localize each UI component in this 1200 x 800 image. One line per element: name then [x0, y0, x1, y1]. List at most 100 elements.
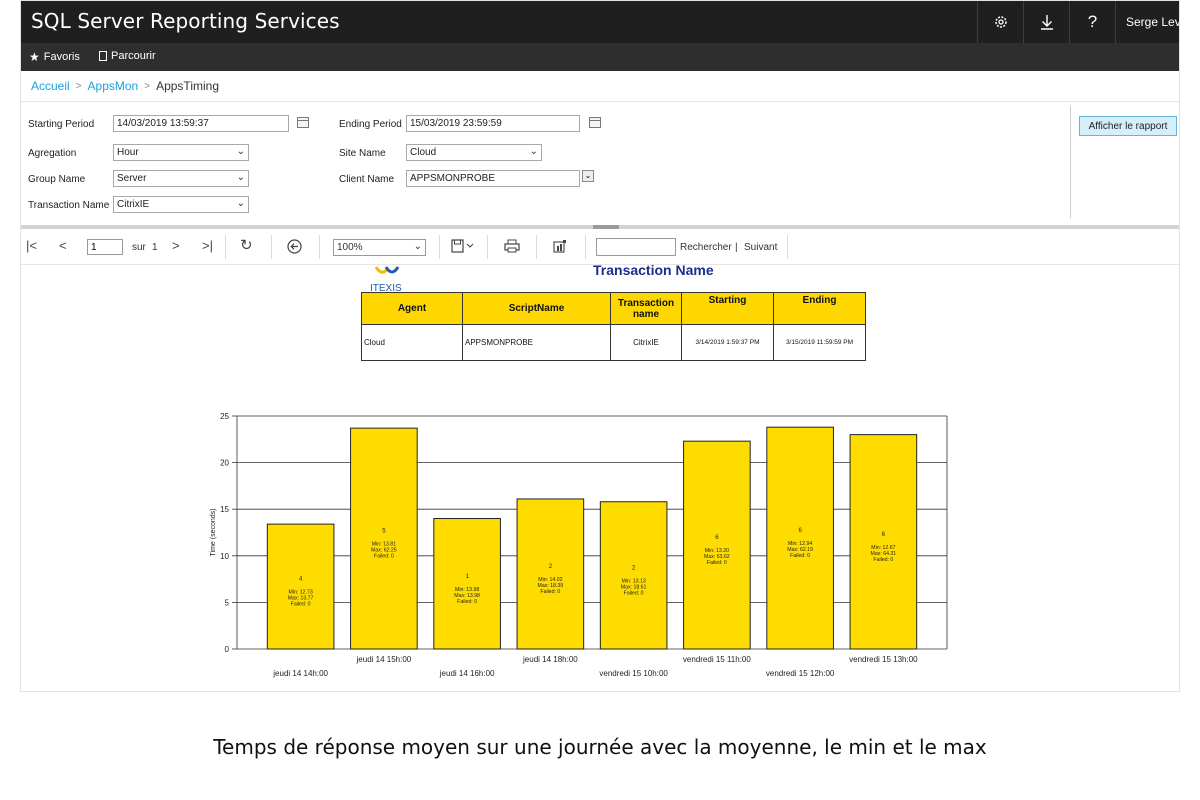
first-page-icon[interactable]: |<	[26, 239, 37, 253]
report-header-table: Agent ScriptName Transaction name Starti…	[361, 292, 866, 361]
toolbar-separator	[787, 235, 788, 259]
chart-grid	[232, 415, 948, 650]
bar	[433, 518, 501, 650]
cell-ending: 3/15/2019 11:59:59 PM	[773, 324, 866, 361]
next-link[interactable]: Suivant	[744, 242, 777, 253]
breadcrumb-folder[interactable]: AppsMon	[88, 79, 139, 93]
toolbar-separator	[319, 235, 320, 259]
next-page-icon[interactable]: >	[172, 239, 180, 253]
site-name-select[interactable]: Cloud ⌄	[406, 144, 542, 161]
favorites-label: Favoris	[43, 51, 80, 63]
back-icon[interactable]	[287, 239, 302, 257]
y-tick-label: 10	[220, 552, 229, 561]
calendar-icon[interactable]	[589, 117, 601, 128]
browse-link[interactable]: Parcourir	[99, 50, 156, 62]
col-scriptname: ScriptName	[462, 292, 611, 325]
transaction-name-value: CitrixIE	[117, 199, 150, 210]
top-bar: SQL Server Reporting Services ? Serge Le…	[21, 1, 1179, 43]
chart-bars: 4Min: 12.73Max: 13.77Failed: 05Min: 13.8…	[266, 426, 918, 650]
cell-transaction-name: CitrixIE	[610, 324, 682, 361]
y-tick-label: 0	[225, 645, 230, 654]
transaction-name-label: Transaction Name	[28, 200, 110, 211]
bar-data-label: Failed: 0	[457, 599, 477, 605]
image-caption: Temps de réponse moyen sur une journée a…	[213, 735, 987, 759]
bar-data-label: Failed: 0	[624, 590, 644, 596]
toolbar-separator	[271, 235, 272, 259]
col-ending: Ending	[773, 292, 866, 325]
bar	[766, 426, 834, 650]
cell-scriptname: APPSMONPROBE	[462, 324, 611, 361]
print-icon[interactable]	[504, 239, 520, 256]
data-feed-icon[interactable]	[553, 239, 567, 256]
page-number-input[interactable]	[87, 239, 123, 255]
bar	[849, 434, 918, 650]
chart-y-ticks: 0 5 10 15 20 25	[220, 412, 229, 654]
transaction-name-select[interactable]: CitrixIE ⌄	[113, 196, 249, 213]
params-divider	[1070, 106, 1071, 218]
toolbar-separator	[487, 235, 488, 259]
group-name-select[interactable]: Server ⌄	[113, 170, 249, 187]
x-tick-label: vendredi 15 10h:00	[599, 669, 668, 678]
toolbar-separator	[585, 235, 586, 259]
agregation-value: Hour	[117, 147, 139, 158]
y-tick-label: 20	[220, 459, 229, 468]
client-name-input[interactable]: APPSMONPROBE	[406, 170, 580, 187]
x-tick-label: jeudi 14 16h:00	[439, 669, 495, 678]
chart-x-ticks: jeudi 14 14h:00 jeudi 14 15h:00 jeudi 14 1…	[272, 655, 918, 678]
cell-agent: Cloud	[361, 324, 463, 361]
gear-icon[interactable]	[977, 1, 1023, 43]
col-agent: Agent	[361, 292, 463, 325]
chevron-down-icon: ⌄	[236, 146, 245, 157]
bar	[266, 523, 335, 650]
x-tick-label: jeudi 14 18h:00	[522, 655, 578, 664]
breadcrumb-home[interactable]: Accueil	[31, 79, 70, 93]
agregation-label: Agregation	[28, 148, 77, 159]
page-of-label: sur	[132, 242, 146, 253]
view-report-button[interactable]: Afficher le rapport	[1079, 116, 1177, 136]
cell-starting: 3/14/2019 1:59:37 PM	[681, 324, 774, 361]
toolbar-separator	[225, 235, 226, 259]
calendar-icon[interactable]	[297, 117, 309, 128]
y-tick-label: 15	[220, 505, 229, 514]
browser-frame: SQL Server Reporting Services ? Serge Le…	[20, 0, 1180, 692]
breadcrumb: Accueil > AppsMon > AppsTiming	[31, 79, 219, 93]
report-toolbar: |< < sur 1 > >| ↻ 100% ⌄ Rechercher	[21, 229, 1179, 265]
y-tick-label: 25	[220, 412, 229, 421]
site-name-label: Site Name	[339, 148, 386, 159]
x-tick-label: jeudi 14 15h:00	[356, 655, 412, 664]
bar-data-label: Failed: 0	[707, 560, 727, 566]
refresh-icon[interactable]: ↻	[240, 238, 253, 253]
user-menu[interactable]: Serge Levi	[1115, 1, 1179, 43]
y-axis-label: Time (seconds)	[210, 509, 217, 557]
browse-icon	[99, 51, 107, 61]
toolbar-separator	[439, 235, 440, 259]
report-body: ITEXIS Transaction Name Agent ScriptName…	[21, 262, 1179, 691]
bar-data-label: Failed: 0	[291, 602, 311, 608]
favorites-link[interactable]: ★ Favoris	[29, 50, 80, 64]
download-icon[interactable]	[1023, 1, 1069, 43]
report-title: Transaction Name	[593, 262, 714, 278]
bar-data-label: Failed: 0	[790, 553, 810, 559]
last-page-icon[interactable]: >|	[202, 239, 213, 253]
export-icon[interactable]	[451, 239, 475, 256]
toolbar-separator	[536, 235, 537, 259]
starting-period-input[interactable]: 14/03/2019 13:59:37	[113, 115, 289, 132]
ending-period-input[interactable]: 15/03/2019 23:59:59	[406, 115, 580, 132]
search-input[interactable]	[596, 238, 676, 256]
find-link[interactable]: Rechercher	[680, 242, 732, 253]
agregation-select[interactable]: Hour ⌄	[113, 144, 249, 161]
bar	[683, 440, 751, 650]
ending-period-label: Ending Period	[339, 119, 402, 130]
group-name-label: Group Name	[28, 174, 86, 185]
parameters-pane: Starting Period 14/03/2019 13:59:37 Endi…	[21, 101, 1179, 225]
help-icon[interactable]: ?	[1069, 1, 1115, 43]
total-pages: 1	[152, 242, 158, 253]
breadcrumb-current: AppsTiming	[156, 79, 219, 93]
chevron-down-icon[interactable]: ⌄	[582, 170, 594, 182]
zoom-value: 100%	[337, 242, 363, 253]
x-tick-label: vendredi 15 12h:00	[766, 669, 835, 678]
previous-page-icon[interactable]: <	[59, 239, 67, 253]
zoom-select[interactable]: 100% ⌄	[333, 239, 426, 256]
chevron-down-icon: ⌄	[236, 198, 245, 209]
itexis-logo: ITEXIS	[366, 265, 408, 294]
